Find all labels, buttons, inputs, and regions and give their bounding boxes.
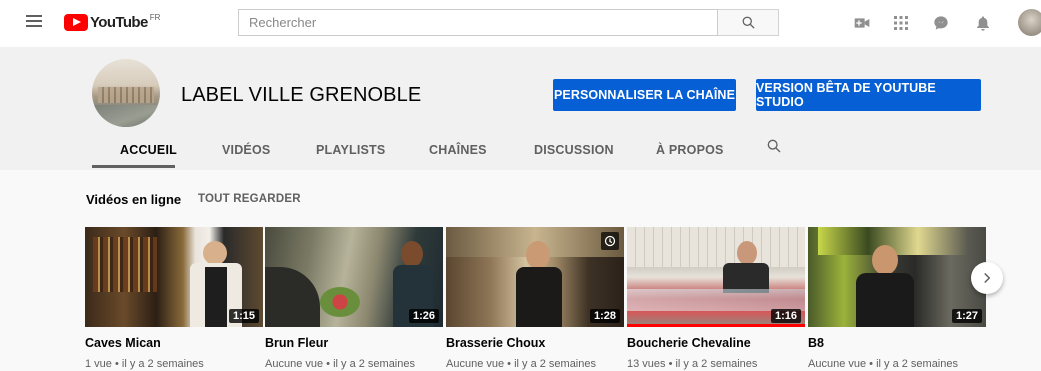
tab-videos[interactable]: VIDÉOS (222, 143, 270, 157)
video-duration: 1:27 (951, 309, 982, 323)
video-duration: 1:16 (770, 309, 801, 323)
video-card[interactable]: 1:15 Caves Mican 1 vue • il y a 2 semain… (85, 227, 263, 370)
youtube-play-icon (64, 13, 88, 31)
video-thumbnail[interactable]: 1:28 (446, 227, 624, 327)
video-card[interactable]: 1:26 Brun Fleur Aucune vue • il y a 2 se… (265, 227, 443, 370)
youtube-logo[interactable]: YouTube FR (64, 11, 160, 33)
video-meta: 13 vues • il y a 2 semaines (627, 358, 758, 370)
search-icon (742, 16, 755, 29)
video-card[interactable]: 1:28 Brasserie Choux Aucune vue • il y a… (446, 227, 624, 370)
watch-later-icon[interactable] (601, 232, 619, 250)
channel-name: LABEL VILLE GRENOBLE (181, 84, 422, 106)
video-meta: 1 vue • il y a 2 semaines (85, 358, 204, 370)
logo-text: YouTube (90, 13, 148, 31)
masthead: YouTube FR (0, 0, 1041, 47)
tab-playlists[interactable]: PLAYLISTS (316, 143, 385, 157)
shelf-title[interactable]: Vidéos en ligne (86, 192, 181, 207)
video-meta: Aucune vue • il y a 2 semaines (808, 358, 958, 370)
tab-discussion[interactable]: DISCUSSION (534, 143, 614, 157)
video-duration: 1:28 (589, 309, 620, 323)
search-input[interactable] (239, 10, 717, 35)
search-box (238, 9, 718, 36)
channel-search-icon[interactable] (766, 138, 782, 159)
video-thumbnail[interactable]: 1:16 (627, 227, 805, 327)
video-thumbnail[interactable]: 1:27 (808, 227, 986, 327)
active-tab-indicator (92, 165, 175, 168)
tab-about[interactable]: À PROPOS (656, 143, 724, 157)
watch-progress-bar (627, 324, 805, 327)
shelf-next-button[interactable] (971, 262, 1003, 294)
account-avatar[interactable] (1018, 9, 1041, 36)
video-title[interactable]: Brasserie Choux (446, 336, 624, 350)
video-title[interactable]: B8 (808, 336, 986, 350)
youtube-studio-beta-button[interactable]: VERSION BÊTA DE YOUTUBE STUDIO (756, 79, 981, 111)
chevron-right-icon (984, 272, 991, 284)
notifications-icon[interactable] (972, 12, 994, 34)
customize-channel-button[interactable]: PERSONNALISER LA CHAÎNE (553, 79, 736, 111)
video-meta: Aucune vue • il y a 2 semaines (265, 358, 415, 370)
video-card[interactable]: 1:16 Boucherie Chevaline 13 vues • il y … (627, 227, 805, 370)
messages-icon[interactable] (930, 12, 952, 34)
tab-channels[interactable]: CHAÎNES (429, 143, 487, 157)
video-card[interactable]: 1:27 B8 Aucune vue • il y a 2 semaines (808, 227, 986, 370)
tab-home[interactable]: ACCUEIL (120, 143, 177, 157)
search-button[interactable] (718, 9, 779, 36)
avatar-street-image (92, 105, 160, 127)
avatar-building-image (98, 87, 154, 103)
video-duration: 1:15 (228, 309, 259, 323)
video-title[interactable]: Boucherie Chevaline (627, 336, 805, 350)
video-duration: 1:26 (408, 309, 439, 323)
channel-avatar[interactable] (92, 59, 160, 127)
video-thumbnail[interactable]: 1:26 (265, 227, 443, 327)
apps-icon[interactable] (890, 12, 912, 34)
menu-icon[interactable] (26, 15, 42, 27)
video-title[interactable]: Caves Mican (85, 336, 263, 350)
country-code: FR (149, 13, 161, 22)
video-thumbnail[interactable]: 1:15 (85, 227, 263, 327)
create-video-icon[interactable] (851, 12, 873, 34)
see-all-link[interactable]: TOUT REGARDER (198, 193, 301, 205)
video-title[interactable]: Brun Fleur (265, 336, 443, 350)
video-meta: Aucune vue • il y a 2 semaines (446, 358, 596, 370)
